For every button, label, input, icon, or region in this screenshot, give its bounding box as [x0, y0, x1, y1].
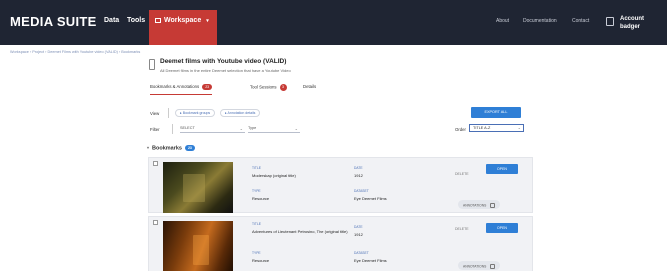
delete-button[interactable]: DELETE	[455, 227, 469, 231]
tab-bookmarks-annotations[interactable]: Bookmarks & Annotations 23	[150, 84, 213, 95]
card-title[interactable]: Moderskap (original title)	[252, 173, 296, 178]
nav-tools[interactable]: Tools	[127, 17, 145, 24]
annotation-count-icon	[490, 263, 496, 269]
account-menu[interactable]: Account badger	[620, 15, 644, 31]
card-dataset: Eye Deemet Films	[354, 258, 387, 263]
dataset-key: DATASET	[354, 189, 369, 193]
open-button[interactable]: OPEN	[486, 223, 518, 233]
tab-label: Details	[303, 84, 317, 89]
contact-link[interactable]: Contact	[572, 18, 589, 24]
top-navigation-bar: MEDIA SUITE Data Tools Workspace ▾ About…	[0, 0, 667, 45]
account-icon[interactable]	[606, 17, 614, 26]
nav-data[interactable]: Data	[104, 17, 119, 24]
date-key: DATE	[354, 166, 363, 170]
thumbnail-highlight	[193, 235, 209, 265]
tab-count-badge: 3	[279, 84, 287, 91]
documentation-link[interactable]: Documentation	[523, 18, 557, 24]
breadcrumb[interactable]: Workspace › Project › Deemet Films with …	[10, 50, 140, 54]
tab-details[interactable]: Details	[303, 84, 316, 89]
tab-count-badge: 23	[202, 84, 213, 90]
bookmarks-count-badge: 23	[184, 145, 195, 151]
nav-workspace-tab[interactable]: Workspace ▾	[149, 10, 217, 45]
chevron-down-icon: ⌄	[239, 126, 243, 131]
about-link[interactable]: About	[496, 18, 509, 24]
annotations-label: ANNOTATIONS	[463, 202, 487, 207]
chevron-down-icon: ⌄	[294, 126, 298, 131]
view-label: View	[150, 111, 160, 116]
annotation-count-icon	[490, 202, 496, 208]
open-button[interactable]: OPEN	[486, 164, 518, 174]
chevron-down-icon: ▾	[206, 18, 209, 24]
card-date: 1912	[354, 173, 363, 178]
delete-button[interactable]: DELETE	[455, 172, 469, 176]
annotations-button[interactable]: ANNOTATIONS	[458, 261, 501, 270]
chevron-down-icon: ▾	[147, 145, 150, 151]
chip-label: Bookmark groups	[182, 111, 211, 115]
card-type: Resource	[252, 258, 270, 263]
heading-label: Bookmarks	[152, 145, 182, 152]
bookmark-card: TITLE Moderskap (original title) DATE 19…	[148, 157, 533, 213]
order-select[interactable]: TITLE A-Z ⌄	[469, 124, 524, 132]
card-title[interactable]: Adventures of Lieutenant Petrosino, The …	[252, 229, 352, 235]
video-thumbnail[interactable]	[163, 221, 233, 271]
select-value: SELECT	[180, 126, 195, 130]
project-icon	[149, 59, 155, 70]
tab-label: Bookmarks & Annotations	[150, 84, 200, 90]
card-date: 1912	[354, 232, 363, 237]
bookmarks-heading[interactable]: ▾ Bookmarks 23	[147, 145, 195, 151]
order-label: Order	[455, 127, 466, 132]
video-thumbnail[interactable]	[163, 162, 233, 213]
divider	[168, 108, 169, 118]
type-key: TYPE	[252, 251, 261, 255]
bookmark-checkbox[interactable]	[153, 220, 158, 225]
dataset-key: DATASET	[354, 251, 369, 255]
divider	[172, 124, 173, 134]
account-label: Account	[620, 16, 644, 22]
tab-tool-sessions[interactable]: Tool Sessions 3	[250, 84, 287, 91]
filter-select[interactable]: SELECT ⌄	[180, 124, 245, 133]
export-all-button[interactable]: EXPORT ALL	[471, 107, 521, 118]
workspace-label: Workspace	[164, 17, 202, 24]
chip-label: Annotation details	[227, 111, 256, 115]
card-dataset: Eye Deemet Films	[354, 196, 387, 201]
annotations-label: ANNOTATIONS	[463, 263, 487, 268]
annotation-details-chip[interactable]: ▸ Annotation details	[220, 109, 261, 117]
bookmark-card: TITLE Adventures of Lieutenant Petrosino…	[148, 216, 533, 271]
page-title: Deemet films with Youtube video (VALID)	[160, 58, 287, 65]
bookmark-groups-chip[interactable]: ▸ Bookmark groups	[175, 109, 216, 117]
account-username: badger	[620, 24, 641, 30]
app-logo[interactable]: MEDIA SUITE	[10, 14, 97, 29]
select-value: Type	[248, 126, 257, 130]
thumbnail-highlight	[183, 174, 205, 202]
folder-icon	[155, 17, 161, 23]
chevron-down-icon: ⌄	[517, 125, 521, 130]
date-key: DATE	[354, 225, 363, 229]
page-subtitle: All Deemet films in the entire Deemet se…	[160, 68, 291, 73]
type-key: TYPE	[252, 189, 261, 193]
annotations-button[interactable]: ANNOTATIONS	[458, 200, 501, 209]
bookmark-checkbox[interactable]	[153, 161, 158, 166]
title-key: TITLE	[252, 166, 261, 170]
filter-label: Filter	[150, 127, 160, 132]
title-key: TITLE	[252, 222, 261, 226]
type-select[interactable]: Type ⌄	[248, 124, 300, 133]
tab-label: Tool Sessions	[250, 84, 277, 90]
card-type: Resource	[252, 196, 270, 201]
select-value: TITLE A-Z	[473, 126, 491, 130]
